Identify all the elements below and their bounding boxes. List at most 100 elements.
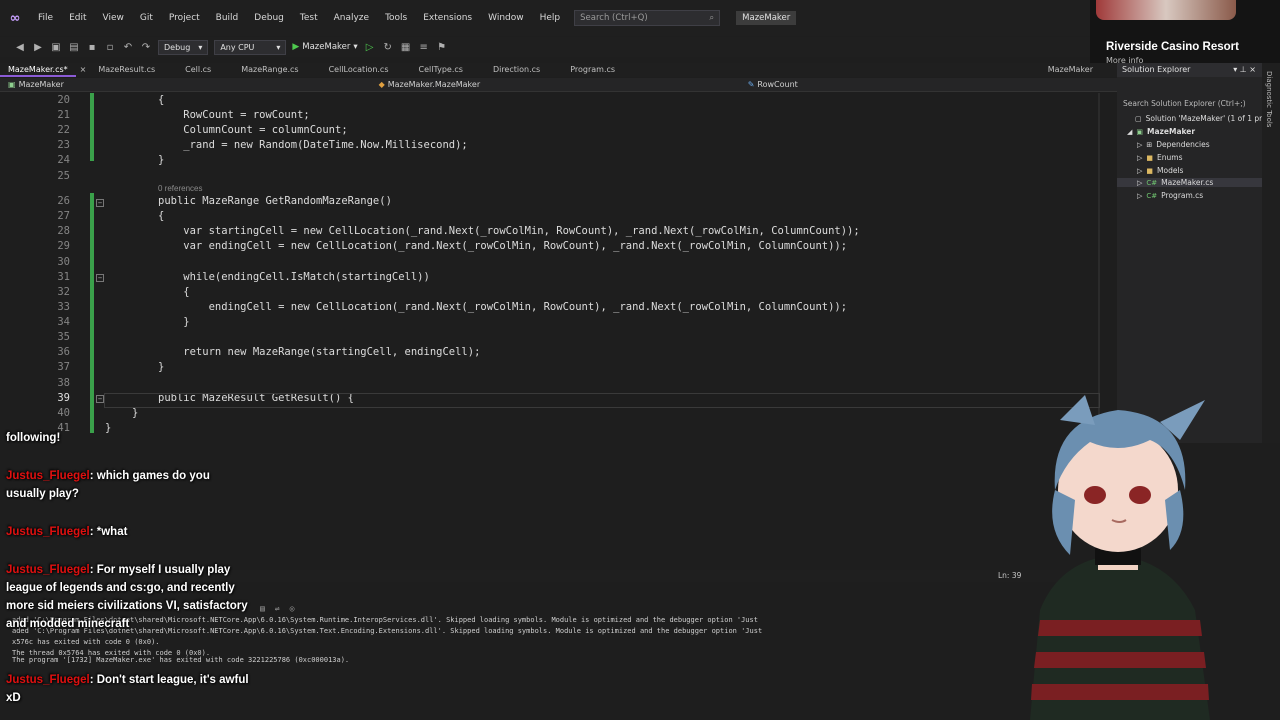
code-line: 38 (0, 376, 1100, 391)
code-line: 24} (0, 153, 1100, 168)
nav-member-dropdown[interactable]: RowCount (757, 80, 797, 89)
platform-value: Any CPU (220, 42, 255, 52)
line-number: 26 (57, 195, 70, 207)
menu-debug[interactable]: Debug (246, 13, 292, 23)
menu-file[interactable]: File (30, 13, 61, 23)
chat-username: Justus_Fluegel (6, 470, 90, 482)
tab-mazerange-cs[interactable]: MazeRange.cs (219, 63, 306, 77)
search-placeholder: Search (Ctrl+Q) (580, 13, 648, 23)
code-editor[interactable]: − − − 0 references 20{ 21 RowCount = row… (0, 93, 1100, 433)
folder-icon: ■ (1146, 166, 1154, 175)
code-text: _rand = new Random(DateTime.Now.Millisec… (158, 139, 468, 151)
start-without-debugging-icon[interactable]: ▷ (364, 42, 376, 53)
output-toolbar: ▤ ⇌ ◎ (260, 604, 294, 614)
menu-git[interactable]: Git (132, 13, 161, 23)
tree-item-solution[interactable]: ▢ Solution 'MazeMaker' (1 of 1 proj (1135, 114, 1269, 123)
stream-chat-overlay: following! Justus_Fluegel: which games d… (0, 425, 258, 720)
tab-direction-cs[interactable]: Direction.cs (471, 63, 548, 77)
menu-edit[interactable]: Edit (61, 13, 94, 23)
chat-message: following! (6, 429, 251, 447)
code-text: } (158, 361, 165, 373)
tab-mazeresult-cs[interactable]: MazeResult.cs (90, 63, 163, 77)
tree-item-enums[interactable]: ▷ ■ Enums (1137, 153, 1182, 162)
pin-icon[interactable]: ▾ ⊥ × (1233, 63, 1256, 77)
menu-extensions[interactable]: Extensions (415, 13, 480, 23)
stream-ad-banner: Riverside Casino Resort More info (1090, 0, 1280, 65)
toolbar-misc-icon[interactable]: ▦ (400, 42, 412, 53)
redo-icon[interactable]: ↷ (140, 42, 152, 53)
code-text: { (158, 94, 165, 106)
chat-message: Justus_Fluegel: Don't start league, it's… (6, 671, 251, 707)
active-document-label[interactable]: MazeMaker (1048, 63, 1117, 77)
start-target-label: MazeMaker (302, 42, 351, 52)
line-number: 30 (57, 256, 70, 268)
menu-bar: ∞ File Edit View Git Project Build Debug… (0, 0, 1090, 36)
chevron-right-icon: ▷ (1137, 166, 1143, 175)
menu-build[interactable]: Build (208, 13, 247, 23)
save-icon[interactable]: ▪ (86, 42, 98, 53)
code-line: 30 (0, 255, 1100, 270)
menu-tools[interactable]: Tools (377, 13, 415, 23)
line-number: 37 (57, 361, 70, 373)
configuration-dropdown[interactable]: Debug ▾ (158, 39, 209, 55)
line-number: 28 (57, 225, 70, 237)
tree-item-program-cs[interactable]: ▷ C# Program.cs (1137, 191, 1203, 200)
open-icon[interactable]: ▤ (68, 42, 80, 53)
comment-icon[interactable]: ≡ (418, 42, 430, 53)
hot-reload-icon[interactable]: ↻ (382, 42, 394, 53)
ad-more-info[interactable]: More info (1106, 56, 1143, 65)
solution-name-badge: MazeMaker (736, 11, 797, 25)
tree-item-dependencies[interactable]: ▷ ⊞ Dependencies (1137, 140, 1210, 149)
code-text: } (132, 407, 139, 419)
code-line: 31 while(endingCell.IsMatch(startingCell… (0, 270, 1100, 285)
chevron-right-icon: ▷ (1137, 140, 1143, 149)
code-text: } (158, 154, 165, 166)
search-box[interactable]: Search (Ctrl+Q) ⌕ (574, 10, 721, 26)
nav-project-dropdown[interactable]: MazeMaker (19, 80, 379, 89)
chat-message: Justus_Fluegel: For myself I usually pla… (6, 561, 251, 633)
platform-dropdown[interactable]: Any CPU ▾ (214, 39, 287, 55)
find-icon[interactable]: ▤ (260, 604, 265, 614)
tree-item-models[interactable]: ▷ ■ Models (1137, 166, 1183, 175)
code-text: { (158, 286, 190, 298)
menu-window[interactable]: Window (480, 13, 532, 23)
new-item-icon[interactable]: ▣ (50, 42, 62, 53)
diagnostic-tools-tab[interactable]: Diagnostic Tools (1265, 71, 1273, 127)
code-text: var endingCell = new CellLocation(_rand.… (158, 240, 848, 252)
menu-view[interactable]: View (95, 13, 132, 23)
clear-all-icon[interactable]: ⇌ (275, 604, 280, 614)
solution-explorer-search[interactable]: Search Solution Explorer (Ctrl+;) (1121, 97, 1258, 110)
close-icon[interactable]: × (76, 63, 91, 77)
bookmark-icon[interactable]: ⚑ (436, 42, 448, 53)
word-wrap-icon[interactable]: ◎ (290, 604, 295, 614)
nav-type-dropdown[interactable]: MazeMaker.MazeMaker (388, 80, 748, 89)
start-debugging-button[interactable]: ▶ MazeMaker ▾ (292, 42, 357, 52)
menu-help[interactable]: Help (532, 13, 569, 23)
line-number: 34 (57, 316, 70, 328)
forward-icon[interactable]: ▶ (32, 42, 44, 53)
chat-text: following! (6, 432, 61, 444)
code-line: 33 endingCell = new CellLocation(_rand.N… (0, 300, 1100, 315)
tab-cell-cs[interactable]: Cell.cs (163, 63, 219, 77)
document-tabs: MazeMaker.cs* × MazeResult.cs Cell.cs Ma… (0, 63, 1117, 77)
tree-item-project[interactable]: ◢ ▣ MazeMaker (1127, 127, 1195, 136)
chevron-right-icon: ▷ (1137, 191, 1143, 200)
menu-test[interactable]: Test (292, 13, 326, 23)
tree-item-mazemaker-cs[interactable]: ▷ C# MazeMaker.cs (1117, 178, 1262, 187)
tab-program-cs[interactable]: Program.cs (548, 63, 623, 77)
code-line: 25 (0, 169, 1100, 184)
side-tool-strip: Diagnostic Tools (1262, 63, 1280, 443)
menu-project[interactable]: Project (161, 13, 208, 23)
save-all-icon[interactable]: ▫ (104, 42, 116, 53)
tab-celllocation-cs[interactable]: CellLocation.cs (307, 63, 397, 77)
undo-icon[interactable]: ↶ (122, 42, 134, 53)
back-icon[interactable]: ◀ (14, 42, 26, 53)
codelens-references[interactable]: 0 references (158, 184, 202, 193)
menu-analyze[interactable]: Analyze (326, 13, 377, 23)
tab-mazemaker-cs[interactable]: MazeMaker.cs* (0, 63, 76, 77)
line-number: 40 (57, 407, 70, 419)
line-number: 23 (57, 139, 70, 151)
line-number: 35 (57, 331, 70, 343)
configuration-value: Debug (164, 42, 191, 52)
tab-celltype-cs[interactable]: CellType.cs (397, 63, 471, 77)
